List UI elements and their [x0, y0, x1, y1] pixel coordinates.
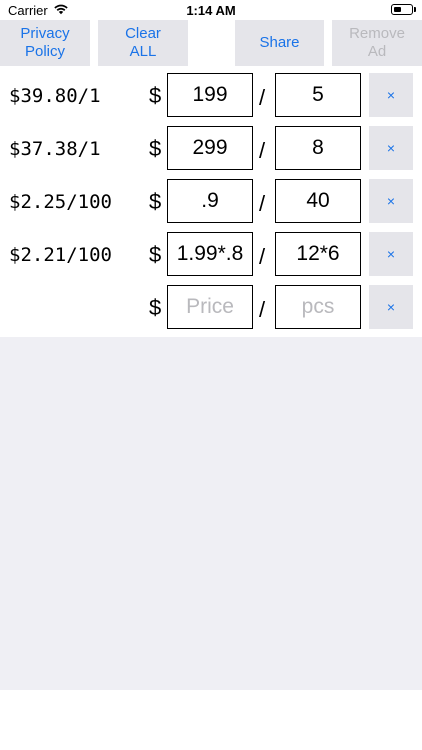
separator: /	[259, 297, 266, 322]
price-input[interactable]: 299	[167, 126, 253, 170]
item-row: $39.80/1 $ 199 / 5 ×	[0, 73, 422, 121]
pcs-input[interactable]: 40	[275, 179, 361, 223]
currency-symbol: $	[149, 295, 162, 320]
pcs-input[interactable]: 8	[275, 126, 361, 170]
separator: /	[259, 244, 266, 269]
clear-all-button[interactable]: Clear ALL	[98, 20, 188, 66]
currency-symbol: $	[149, 189, 162, 214]
unit-price-label: $2.25/100	[9, 191, 112, 213]
item-row: $2.21/100 $ 1.99*.8 / 12*6 ×	[0, 232, 422, 280]
delete-row-button[interactable]: ×	[369, 179, 413, 223]
item-row: $2.25/100 $ .9 / 40 ×	[0, 179, 422, 227]
pcs-input[interactable]: 12*6	[275, 232, 361, 276]
delete-row-button[interactable]: ×	[369, 73, 413, 117]
status-bar: Carrier 1:14 AM	[0, 0, 422, 22]
privacy-policy-button[interactable]: Privacy Policy	[0, 20, 90, 66]
share-button[interactable]: Share	[235, 20, 324, 66]
currency-symbol: $	[149, 83, 162, 108]
price-input[interactable]: 1.99*.8	[167, 232, 253, 276]
unit-price-label: $39.80/1	[9, 85, 101, 107]
item-row: $37.38/1 $ 299 / 8 ×	[0, 126, 422, 174]
currency-symbol: $	[149, 242, 162, 267]
battery-nub	[414, 7, 416, 12]
unit-price-label: $37.38/1	[9, 138, 101, 160]
separator: /	[259, 85, 266, 110]
price-input[interactable]: .9	[167, 179, 253, 223]
battery-fill	[393, 6, 401, 12]
separator: /	[259, 191, 266, 216]
separator: /	[259, 138, 266, 163]
currency-symbol: $	[149, 136, 162, 161]
new-item-row: $ Price / pcs ×	[0, 285, 422, 333]
price-input[interactable]: Price	[167, 285, 253, 329]
empty-list-area	[0, 337, 422, 690]
clock: 1:14 AM	[186, 3, 236, 18]
delete-row-button[interactable]: ×	[369, 285, 413, 329]
price-input[interactable]: 199	[167, 73, 253, 117]
delete-row-button[interactable]: ×	[369, 126, 413, 170]
remove-ad-button[interactable]: Remove Ad	[332, 20, 422, 66]
unit-price-label: $2.21/100	[9, 244, 112, 266]
pcs-input[interactable]: pcs	[275, 285, 361, 329]
delete-row-button[interactable]: ×	[369, 232, 413, 276]
battery-icon	[391, 4, 413, 15]
pcs-input[interactable]: 5	[275, 73, 361, 117]
